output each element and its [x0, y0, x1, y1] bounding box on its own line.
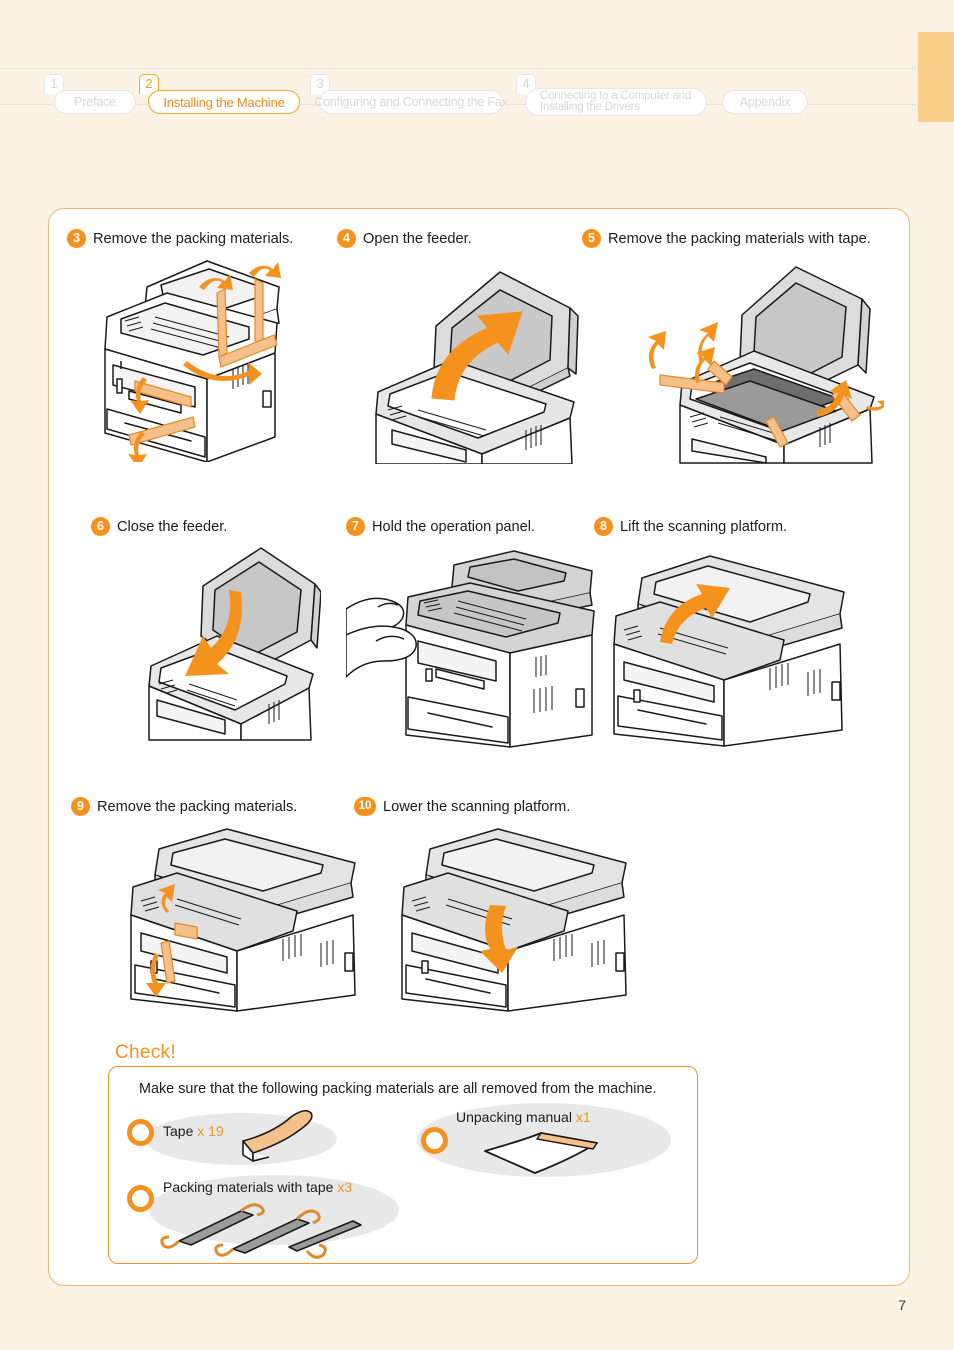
nav-tab-connecting-computer-label2: Installing the Drivers [540, 101, 640, 113]
page-edge-tab [918, 32, 954, 122]
nav-connector-2 [300, 104, 320, 105]
figure-printer-hold-operation-panel [346, 549, 596, 749]
figure-printer-close-feeder [91, 544, 321, 744]
step-7-badge: 7 [346, 517, 365, 536]
step-4-badge: 4 [337, 229, 356, 248]
packing-qty: x3 [337, 1179, 353, 1195]
step-9-badge: 9 [71, 797, 90, 816]
tape-qty: x 19 [197, 1123, 224, 1139]
step-9-heading: 9 Remove the packing materials. [71, 797, 297, 816]
step-4-heading: 4 Open the feeder. [337, 229, 472, 248]
tape-strip-icon [229, 1107, 319, 1168]
tape-label-text: Tape [163, 1123, 194, 1139]
step-5-badge: 5 [582, 229, 601, 248]
figure-printer-lower-scanning-platform [382, 827, 632, 1012]
page-number: 7 [898, 1297, 906, 1313]
check-title: Check! [115, 1042, 176, 1063]
step-6-heading: 6 Close the feeder. [91, 517, 227, 536]
nav-tab-connecting-computer[interactable]: Connecting to a Computer and Installing … [525, 88, 707, 116]
figure-printer-lift-scanning-platform [594, 544, 854, 749]
nav-tab-appendix[interactable]: Appendix [722, 90, 808, 114]
step-3-heading: 3 Remove the packing materials. [67, 229, 293, 248]
figure-printer-open-feeder [374, 264, 604, 464]
check-panel: Make sure that the following packing mat… [108, 1066, 698, 1264]
packing-label-text: Packing materials with tape [163, 1179, 334, 1195]
packing-checkbox-ring[interactable] [127, 1185, 154, 1212]
nav-tab-preface[interactable]: Preface [54, 90, 136, 114]
manual-qty: x1 [575, 1109, 591, 1125]
manual-checkbox-ring[interactable] [421, 1127, 448, 1154]
step-8-badge: 8 [594, 517, 613, 536]
step-8-heading: 8 Lift the scanning platform. [594, 517, 787, 536]
nav-connector-0 [0, 104, 52, 105]
step-10-heading: 10 Lower the scanning platform. [354, 797, 570, 816]
packing-bars-icon [157, 1197, 387, 1266]
step-5-text: Remove the packing materials with tape. [608, 230, 871, 247]
step-10-badge: 10 [354, 797, 376, 816]
tape-checkbox-ring[interactable] [127, 1119, 154, 1146]
figure-printer-remove-packing-with-tape [634, 257, 884, 467]
nav-connector-4 [707, 104, 723, 105]
manual-item-label: Unpacking manual x1 [456, 1109, 591, 1125]
step-6-badge: 6 [91, 517, 110, 536]
nav-baseline [0, 68, 916, 69]
nav-tab-installing-the-machine[interactable]: Installing the Machine [148, 90, 300, 114]
step-7-text: Hold the operation panel. [372, 518, 536, 535]
manual-sheet-icon [479, 1129, 609, 1184]
tape-item-label: Tape x 19 [163, 1123, 224, 1139]
step-4-text: Open the feeder. [363, 230, 472, 247]
step-7-heading: 7 Hold the operation panel. [346, 517, 535, 536]
nav-connector-5 [808, 104, 916, 105]
figure-printer-remove-packing-inside [111, 827, 361, 1012]
nav-tab-configuring-fax-label: Configuring and Connecting the Fax [314, 95, 508, 109]
nav-connector-1 [137, 104, 149, 105]
step-8-text: Lift the scanning platform. [620, 518, 788, 535]
nav-tab-preface-label: Preface [74, 95, 116, 109]
manual-label-text: Unpacking manual [456, 1109, 572, 1125]
step-6-text: Close the feeder. [117, 518, 228, 535]
figure-printer-remove-packing-tape [99, 257, 314, 462]
nav-tab-configuring-fax[interactable]: Configuring and Connecting the Fax [314, 90, 508, 114]
step-9-text: Remove the packing materials. [97, 798, 298, 815]
step-5-heading: 5 Remove the packing materials with tape… [582, 229, 871, 248]
nav-tab-installing-the-machine-label: Installing the Machine [163, 94, 285, 110]
nav-tab-appendix-label: Appendix [739, 95, 791, 109]
step-3-badge: 3 [67, 229, 86, 248]
nav-connector-3 [504, 104, 526, 105]
step-10-text: Lower the scanning platform. [383, 798, 571, 815]
packing-item-label: Packing materials with tape x3 [163, 1179, 352, 1195]
check-lead-text: Make sure that the following packing mat… [139, 1081, 657, 1097]
chapter-nav: 1 Preface 2 Installing the Machine 3 Con… [0, 32, 954, 122]
step-3-text: Remove the packing materials. [93, 230, 294, 247]
